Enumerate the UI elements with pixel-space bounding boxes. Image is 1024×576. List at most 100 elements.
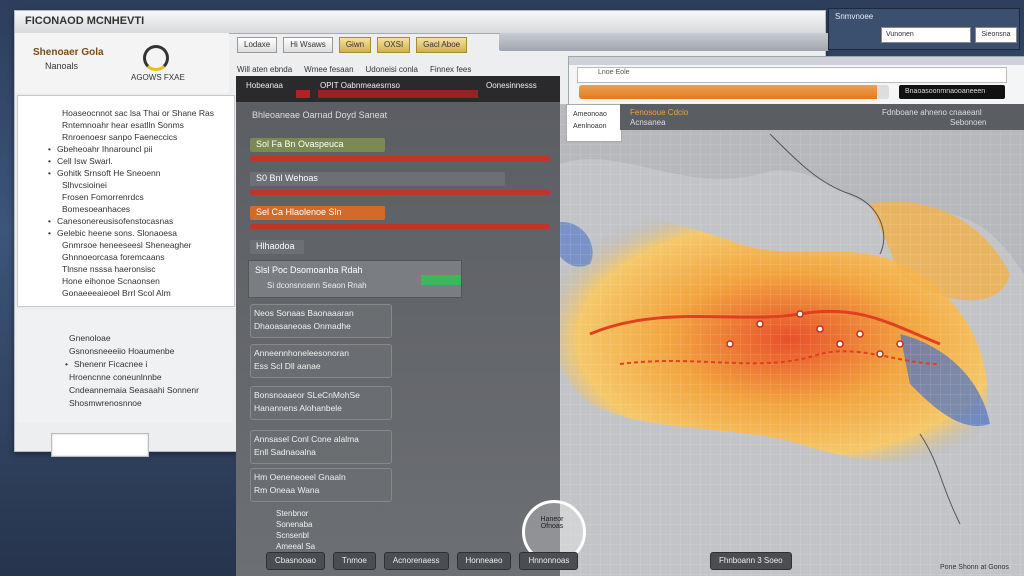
sub-toolbar-link-0[interactable]: Will aten ebnda [237, 65, 292, 74]
bottom-button-4[interactable]: Hnnonnoas [519, 552, 579, 570]
list-item[interactable]: Gbeheoahr Ihnarouncl pii [48, 144, 152, 154]
window-title: FICONAOD MCNHEVTI [25, 15, 145, 27]
info-right-2: Sebonoen [950, 118, 987, 127]
tab-header-2[interactable]: OPIT Oabnmeaesrnso [320, 81, 400, 90]
layer-detail-item: Dhaoasaneoas Onmadhe [254, 321, 351, 331]
mini-search-button[interactable]: Sieonsna [975, 27, 1017, 43]
brand-subtitle: Nanoals [45, 61, 79, 71]
toolbar-track [499, 33, 829, 51]
layer-label: S0 Bnl Wehoas [256, 173, 318, 183]
list-item[interactable]: Gsnonsneeeiio Hoaumenbe [69, 346, 174, 356]
layer-detail-item: Neos Sonaas Baonaaaran [254, 308, 354, 318]
bottom-button-1[interactable]: Tnmoe [332, 552, 376, 570]
bottom-right-button[interactable]: Fhnboann 3 Soeo [710, 552, 792, 570]
list-item[interactable]: Gonaeeeaieoel Brrl Scol Alm [62, 288, 171, 298]
bottom-button-3[interactable]: Honneaeo [456, 552, 512, 570]
toolbar-button-3[interactable]: OXSI [377, 37, 411, 53]
layer-detail-item: Hanannens Alohanbele [254, 403, 342, 413]
legend-swatch-green [421, 275, 461, 285]
list-item[interactable]: Shenenr Ficacnee i [65, 359, 147, 369]
layer-detail-item: Ess Scl Dll aanae [254, 361, 321, 371]
bottom-right-button-wrap: Fhnboann 3 Soeo [710, 552, 800, 570]
layer-label: Hlhaodoa [256, 241, 295, 251]
info-right: Fdnboane ahneno cnaaeanl [882, 108, 982, 117]
loading-progress-bar [579, 85, 889, 99]
window-titlebar[interactable]: FICONAOD MCNHEVTI [15, 11, 825, 34]
mini-window-title: Snmvnoee [835, 12, 874, 21]
toolbar-button-2[interactable]: Giwn [338, 37, 372, 53]
list-item[interactable]: Gelebic heene sons. Slonaoesa [48, 228, 177, 238]
map-view[interactable] [560, 104, 1024, 576]
sub-toolbar-link-1[interactable]: Wmee fesaan [304, 65, 353, 74]
layer-label: Sol Fa Bn Ovaspeuca [256, 139, 344, 149]
list-item[interactable]: Gohitk Srnsoft He Sneoenn [48, 168, 160, 178]
list-item[interactable]: Gnmrsoe heneeseesl Sheneagher [62, 240, 191, 250]
layer-detail-item: Anneennhoneleesonoran [254, 348, 350, 358]
info-left: Fenosoue Cdcio [630, 108, 689, 117]
sub-toolbar-link-3[interactable]: Finnex fees [430, 65, 471, 74]
info-left-2: Acnsanea [630, 118, 666, 127]
logo-text: AGOWS FXAE [131, 73, 185, 82]
alert-strip [318, 90, 478, 98]
document-list-panel-secondary: Gnenoloae Gsnonsneeeiio Hoaumenbe Shenenr … [17, 311, 233, 423]
layer-row[interactable]: Sol Fa Bn Ovaspeuca [250, 138, 550, 168]
list-item[interactable]: Tlnsne nsssa haeronsisc [62, 264, 156, 274]
toolbar-button-0[interactable]: Lodaxe [237, 37, 278, 53]
map-canvas[interactable] [560, 104, 1024, 576]
bottom-toolbar: Cbasnooao Tnmoe Acnorenaess Honneaeo Hnnonno… [266, 552, 586, 570]
layer-detail-item: Annsasel Conl Cone alalma [254, 434, 359, 444]
map-popup-card[interactable]: Ameonoao Aenlnoaon [566, 104, 622, 142]
map-search-field[interactable]: Bnaoasoonmnaooaneeen [899, 85, 1005, 99]
footer-line: Scnsenbl [276, 531, 309, 540]
toolbar-button-1[interactable]: Hi Wsaws [283, 37, 333, 53]
layer-detail-item: Enll Sadnaoalna [254, 447, 316, 457]
list-item[interactable]: Rnroenoesr sanpo Faeneccics [62, 132, 177, 142]
sub-toolbar-link-2[interactable]: Udoneisi conla [366, 65, 418, 74]
brand-panel: Shenoaer Gola Nanoals AGOWS FXAE [15, 33, 229, 93]
list-item[interactable]: Hone eihonoe Scnaonsen [62, 276, 160, 286]
list-item[interactable]: Cell Isw Swarl. [48, 156, 113, 166]
layer-detail-item: Rm Oneaa Wana [254, 485, 320, 495]
layer-row[interactable]: S0 Bnl Wehoas [250, 172, 550, 202]
list-item[interactable]: Frosen Fomorrenrdcs [62, 192, 144, 202]
layer-strip [250, 224, 550, 229]
map-window-header: Lnoe Eole Bnaoasoonmnaooaneeen [568, 56, 1024, 108]
popup-line-2: Aenlnoaon [573, 123, 607, 130]
toolbar-button-4[interactable]: Gacl Aboe [416, 37, 468, 53]
map-info-strip: Fenosoue Cdcio Acnsanea Fdnboane ahneno … [620, 104, 1024, 130]
panel-action-button[interactable] [51, 433, 149, 457]
footer-line: Sonenaba [276, 520, 313, 529]
footer-line: Ameeal Sa [276, 542, 316, 551]
top-toolbar: Lodaxe Hi Wsaws Giwn OXSI Gacl Aboe [237, 37, 473, 55]
list-item[interactable]: Bomesoeanhaces [62, 204, 130, 214]
list-item[interactable]: Rntemnoahr hear esatlln Sonms [62, 120, 184, 130]
address-bar[interactable]: Lnoe Eole [577, 67, 1007, 83]
list-item[interactable]: Gnenoloae [69, 333, 111, 343]
footer-line: Stenbnor [276, 509, 309, 518]
brand-name: Shenoaer Gola [33, 47, 104, 58]
layer-row[interactable]: Sel Ca Hlaolenoe Sln [250, 206, 550, 236]
list-item[interactable]: Shosmwrenosnnoe [69, 398, 142, 408]
list-item[interactable]: Canesonereusisofenstocasnas [48, 216, 173, 226]
layers-panel-header: Hobeanaa OPIT Oabnmeaesrnso Oonesinnesss [236, 76, 560, 102]
document-list-panel: Hoaseocnnot sac lsa Thai or Shane Ras Rnt… [17, 95, 235, 307]
legend-title: Slsl Poc Dsomoanba Rdah [255, 265, 363, 275]
list-item[interactable]: Cndeannemaia Seasaahi Sonnenr [69, 385, 199, 395]
status-corner-text: Pone Shonn at Gonos [940, 564, 1009, 571]
bottom-button-0[interactable]: Cbasnooao [266, 552, 325, 570]
map-window-titlebar[interactable] [569, 57, 1024, 65]
tab-header-1[interactable]: Hobeanaa [246, 81, 283, 90]
layers-panel-subtitle: Bhleoaneae Oarnad Doyd Saneat [252, 110, 388, 120]
list-item[interactable]: Slhvcsioinei [62, 180, 107, 190]
layer-strip [250, 190, 550, 195]
bottom-button-2[interactable]: Acnorenaess [383, 552, 449, 570]
tab-header-3[interactable]: Oonesinnesss [486, 81, 537, 90]
layer-detail-item: Hm Oeneneoeel Gnaaln [254, 472, 346, 482]
alert-marker [296, 90, 310, 98]
list-item[interactable]: Hroencnne coneunlnnbe [69, 372, 162, 382]
mini-search-input[interactable]: Vunonen [881, 27, 971, 43]
layer-label: Sel Ca Hlaolenoe Sln [256, 207, 342, 217]
list-item[interactable]: Ghnnoeorcasa foremcaans [62, 252, 165, 262]
list-item[interactable]: Hoaseocnnot sac lsa Thai or Shane Ras [62, 108, 214, 118]
layer-strip [250, 156, 550, 161]
